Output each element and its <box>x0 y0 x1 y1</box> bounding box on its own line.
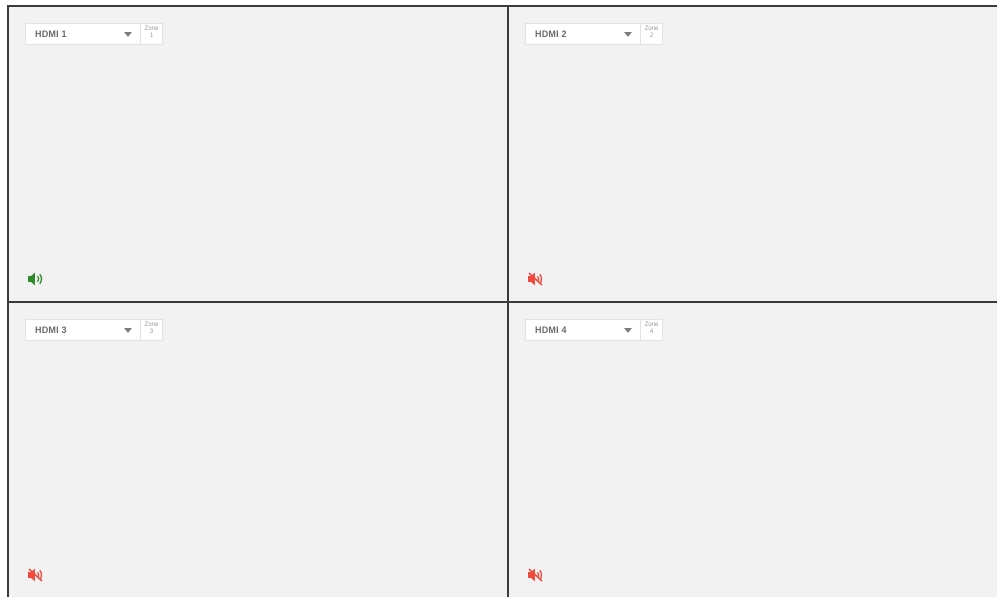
zone-badge-label: Zone <box>144 322 159 328</box>
zone-badge-label: Zone <box>644 322 659 328</box>
zone-panel-2: HDMI 2 Zone 2 <box>509 7 997 301</box>
zone-panel-1: HDMI 1 Zone 1 <box>9 7 507 301</box>
zone-badge: Zone 2 <box>641 23 663 45</box>
zone-badge-label: Zone <box>144 26 159 32</box>
zone-badge: Zone 1 <box>141 23 163 45</box>
source-select-value: HDMI 3 <box>35 325 67 335</box>
source-select[interactable]: HDMI 2 <box>525 23 641 45</box>
zone-grid: HDMI 1 Zone 1 HDMI 2 Zone 2 HDMI 3 Zone … <box>7 5 997 597</box>
zone-badge-label: Zone <box>644 26 659 32</box>
chevron-down-icon <box>124 32 132 37</box>
zone-badge: Zone 4 <box>641 319 663 341</box>
zone-badge-number: 1 <box>149 33 154 39</box>
source-select[interactable]: HDMI 3 <box>25 319 141 341</box>
volume-muted-icon[interactable] <box>527 567 547 583</box>
chevron-down-icon <box>124 328 132 333</box>
zone-panel-4: HDMI 4 Zone 4 <box>509 303 997 597</box>
source-select-value: HDMI 2 <box>535 29 567 39</box>
source-select[interactable]: HDMI 1 <box>25 23 141 45</box>
source-select[interactable]: HDMI 4 <box>525 319 641 341</box>
chevron-down-icon <box>624 32 632 37</box>
zone-badge-number: 2 <box>649 33 654 39</box>
volume-on-icon[interactable] <box>27 271 47 287</box>
zone-badge-number: 4 <box>649 329 654 335</box>
zone-badge: Zone 3 <box>141 319 163 341</box>
volume-muted-icon[interactable] <box>527 271 547 287</box>
chevron-down-icon <box>624 328 632 333</box>
source-select-value: HDMI 4 <box>535 325 567 335</box>
zone-badge-number: 3 <box>149 329 154 335</box>
volume-muted-icon[interactable] <box>27 567 47 583</box>
zone-panel-3: HDMI 3 Zone 3 <box>9 303 507 597</box>
source-select-value: HDMI 1 <box>35 29 67 39</box>
